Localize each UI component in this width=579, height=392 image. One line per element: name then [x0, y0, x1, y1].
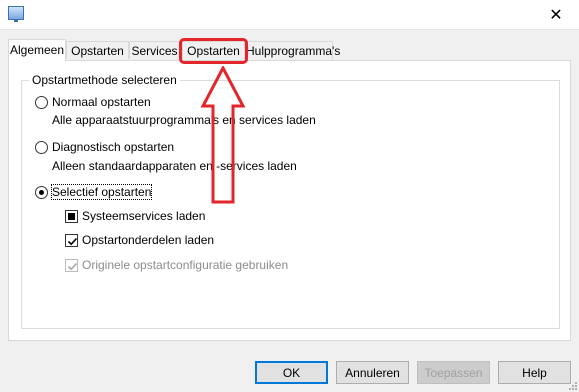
startup-items-checkbox[interactable] [65, 234, 78, 247]
tab-services[interactable]: Services [129, 41, 180, 59]
diagnostic-startup-label[interactable]: Diagnostisch opstarten [52, 140, 174, 154]
diagnostic-startup-radio[interactable] [35, 141, 48, 154]
selective-startup-radio[interactable] [35, 186, 48, 199]
annotation-highlight-box [179, 38, 248, 64]
tab-panel-algemeen: Opstartmethode selecteren Normaal opstar… [8, 60, 571, 341]
selective-startup-label[interactable]: Selectief opstarten [50, 184, 153, 200]
normal-startup-radio[interactable] [35, 96, 48, 109]
tab-opstarten[interactable]: Opstarten [66, 41, 129, 59]
resize-grip-icon[interactable] [567, 380, 577, 390]
startup-items-label[interactable]: Opstartonderdelen laden [82, 233, 214, 247]
title-bar: ✕ [0, 0, 579, 30]
checkmark-icon [67, 262, 78, 271]
msconfig-icon [8, 6, 24, 22]
checkmark-icon [67, 237, 78, 246]
help-button[interactable]: Help [498, 361, 571, 384]
close-button[interactable]: ✕ [533, 0, 579, 30]
normal-startup-description: Alle apparaatstuurprogramma's en service… [52, 113, 316, 127]
cancel-button[interactable]: Annuleren [336, 361, 409, 384]
original-config-label: Originele opstartconfiguratie gebruiken [82, 258, 289, 272]
diagnostic-startup-description: Alleen standaardapparaten en -services l… [52, 159, 297, 173]
annotation-arrow-icon [200, 66, 246, 204]
tab-algemeen[interactable]: Algemeen [8, 39, 66, 62]
ok-button[interactable]: OK [255, 361, 328, 384]
tab-hulpprogrammas[interactable]: Hulpprogramma's [245, 41, 340, 59]
group-legend: Opstartmethode selecteren [29, 73, 180, 87]
apply-button[interactable]: Toepassen [417, 361, 490, 384]
original-config-checkbox[interactable] [65, 259, 78, 272]
system-services-label[interactable]: Systeemservices laden [82, 209, 205, 223]
system-services-checkbox[interactable] [65, 210, 78, 223]
startup-selection-group: Opstartmethode selecteren Normaal opstar… [21, 73, 560, 329]
normal-startup-label[interactable]: Normaal opstarten [52, 95, 151, 109]
